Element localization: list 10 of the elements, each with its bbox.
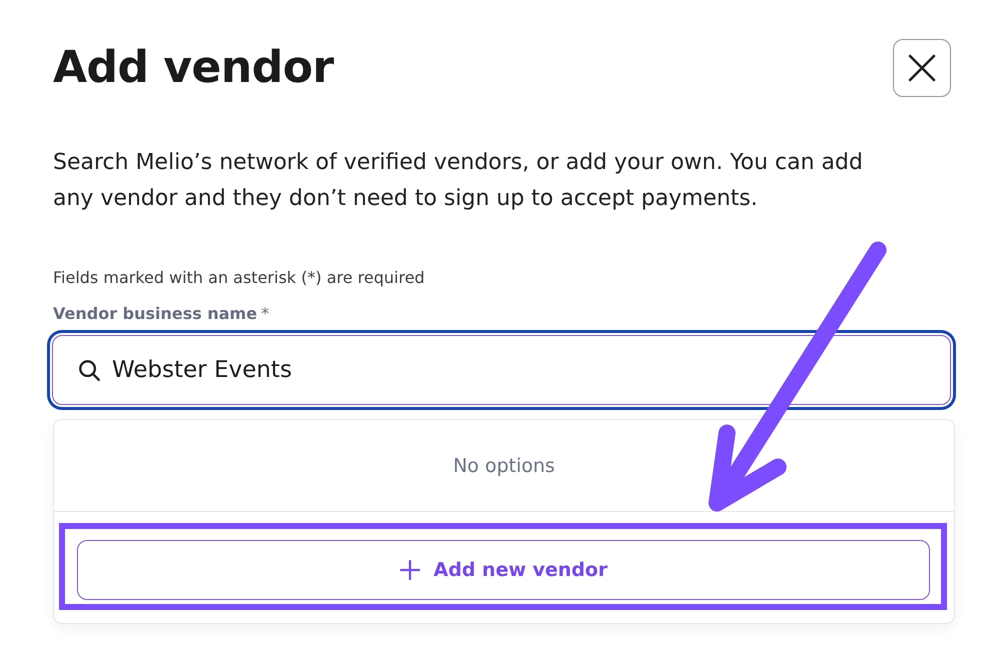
- required-fields-note: Fields marked with an asterisk (*) are required: [53, 267, 426, 289]
- field-label: Vendor business name *: [53, 303, 270, 325]
- empty-message: No options: [453, 454, 555, 476]
- dialog-title: Add vendor: [53, 41, 334, 95]
- close-icon: [908, 54, 936, 82]
- plus-icon: [400, 560, 420, 580]
- dialog-description: Search Melio’s network of verified vendors, or add your own. You can add any vendor and they don’t need to sign up to accept payments.: [53, 149, 864, 213]
- add-vendor-button[interactable]: Add new vendor: [77, 540, 930, 600]
- close-button[interactable]: [893, 39, 951, 97]
- search-icon: [79, 360, 100, 380]
